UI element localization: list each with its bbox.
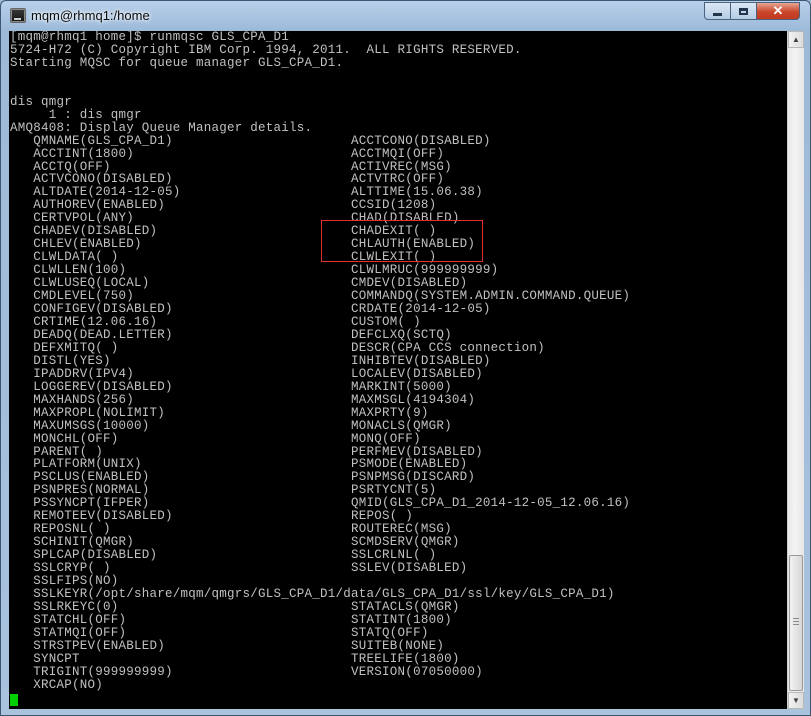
window-title: mqm@rhmq1:/home xyxy=(31,8,150,23)
arrow-up-icon: ▲ xyxy=(792,35,800,44)
title-bar[interactable]: mqm@rhmq1:/home ✕ xyxy=(1,1,810,31)
close-button[interactable]: ✕ xyxy=(756,2,800,20)
terminal-cursor xyxy=(10,694,18,706)
maximize-icon xyxy=(739,7,748,15)
scroll-down-button[interactable]: ▼ xyxy=(788,692,804,709)
terminal-output[interactable]: [mqm@rhmq1 home]$ runmqsc GLS_CPA_D1 572… xyxy=(9,31,787,709)
terminal-text: [mqm@rhmq1 home]$ runmqsc GLS_CPA_D1 572… xyxy=(10,31,631,692)
minimize-button[interactable] xyxy=(704,2,731,20)
grip-icon xyxy=(793,618,799,626)
terminal-icon[interactable] xyxy=(10,8,26,23)
minimize-icon xyxy=(713,12,722,16)
terminal-window: mqm@rhmq1:/home ✕ [mqm@rhmq1 home]$ runm… xyxy=(0,0,811,716)
scrollbar-thumb[interactable] xyxy=(789,555,803,691)
arrow-down-icon: ▼ xyxy=(792,696,800,705)
maximize-button[interactable] xyxy=(730,2,757,20)
scroll-up-button[interactable]: ▲ xyxy=(788,31,804,48)
vertical-scrollbar[interactable]: ▲ ▼ xyxy=(787,31,804,709)
chlauth-highlight-box xyxy=(321,220,483,262)
close-icon: ✕ xyxy=(772,3,784,18)
